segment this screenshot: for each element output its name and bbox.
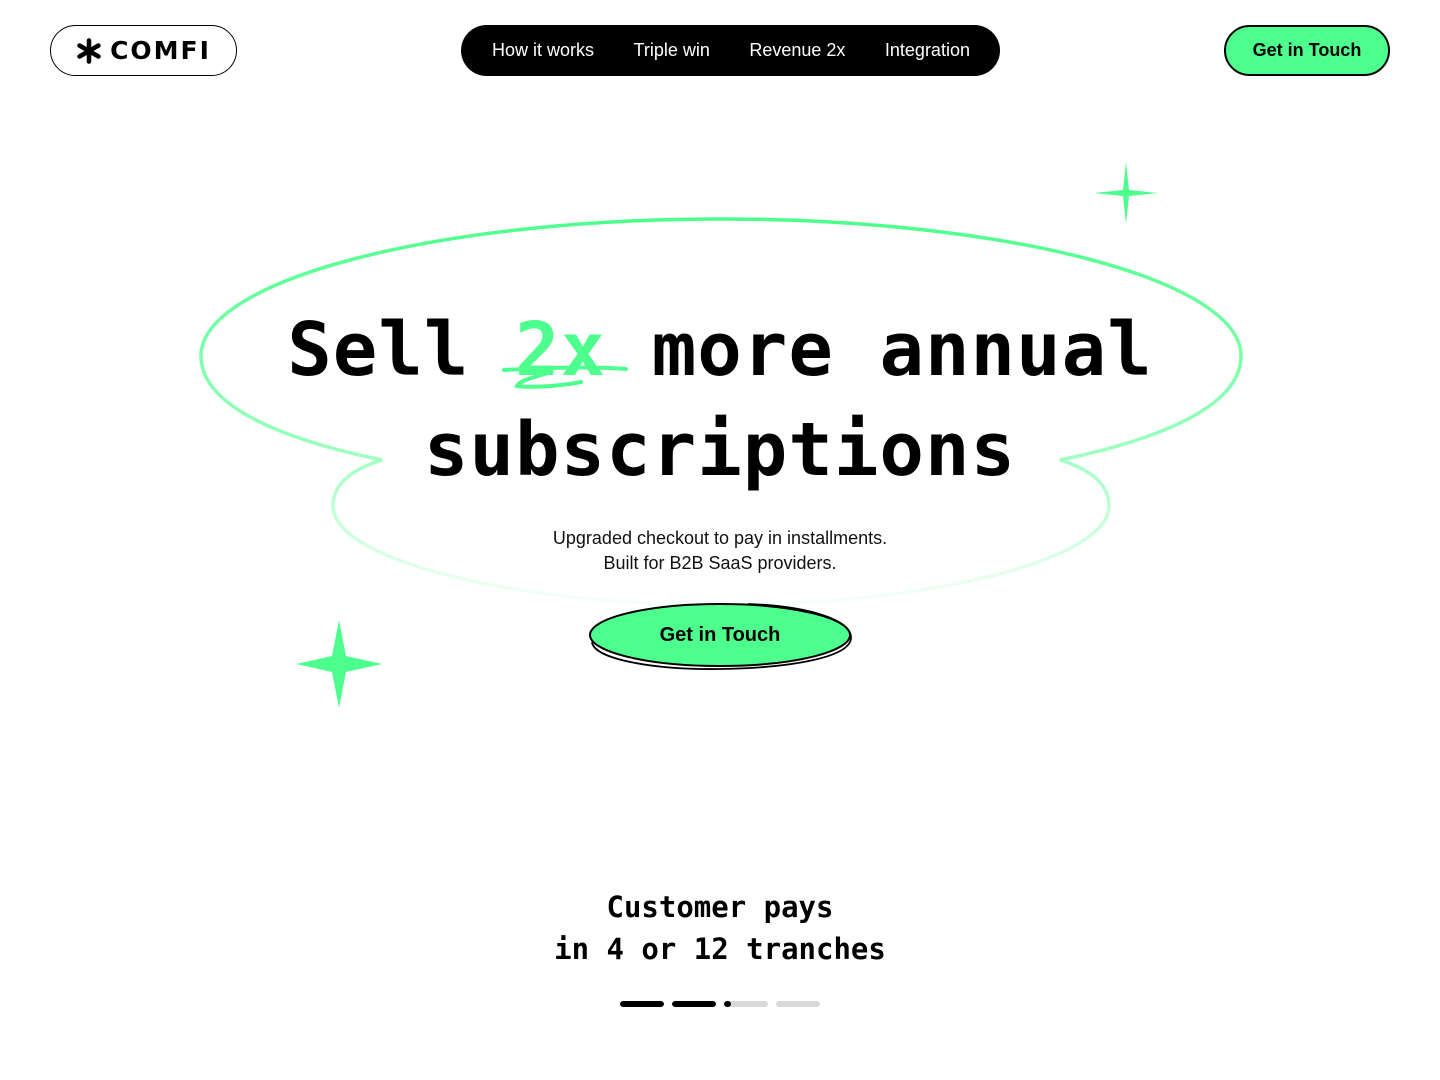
feature-title: Customer pays in 4 or 12 tranches xyxy=(0,886,1440,970)
nav-link-integration[interactable]: Integration xyxy=(885,40,970,61)
hero-title: Sell 2x more annual subscriptions xyxy=(0,300,1440,500)
logo[interactable]: COMFI xyxy=(50,25,237,76)
hero-title-line-1: Sell 2x more annual xyxy=(0,300,1440,400)
progress-fill xyxy=(620,1001,664,1007)
nav-link-revenue-2x[interactable]: Revenue 2x xyxy=(749,40,845,61)
nav-link-triple-win[interactable]: Triple win xyxy=(634,40,710,61)
feature-progress xyxy=(620,1001,820,1007)
progress-segment-1[interactable] xyxy=(620,1001,664,1007)
progress-fill xyxy=(724,1001,731,1007)
hero-subtitle-line-1: Upgraded checkout to pay in installments… xyxy=(552,528,888,548)
feature-title-line-2: in 4 or 12 tranches xyxy=(554,932,886,966)
hero-title-after: more annual xyxy=(651,307,1153,393)
hero-title-accent: 2x xyxy=(502,300,629,400)
progress-segment-2[interactable] xyxy=(672,1001,716,1007)
progress-segment-3[interactable] xyxy=(724,1001,768,1007)
scribble-underline-icon xyxy=(502,365,629,389)
nav-link-how-it-works[interactable]: How it works xyxy=(492,40,594,61)
hero-cta-label: Get in Touch xyxy=(659,623,781,646)
hero-subtitle: Upgraded checkout to pay in installments… xyxy=(0,526,1440,576)
progress-fill xyxy=(672,1001,716,1007)
logo-text: COMFI xyxy=(110,36,211,65)
sparkle-icon xyxy=(296,620,382,708)
feature-title-line-1: Customer pays xyxy=(606,890,834,924)
main-nav: How it works Triple win Revenue 2x Integ… xyxy=(461,25,1000,76)
asterisk-icon xyxy=(77,37,101,64)
hero-title-line-2: subscriptions xyxy=(423,407,1017,493)
progress-segment-4[interactable] xyxy=(776,1001,820,1007)
hero-subtitle-line-2: Built for B2B SaaS providers. xyxy=(603,553,837,573)
sparkle-icon xyxy=(1094,162,1158,224)
hero-get-in-touch-button[interactable]: Get in Touch xyxy=(588,602,854,672)
header-get-in-touch-button[interactable]: Get in Touch xyxy=(1224,25,1390,76)
hero-title-before: Sell xyxy=(287,307,470,393)
